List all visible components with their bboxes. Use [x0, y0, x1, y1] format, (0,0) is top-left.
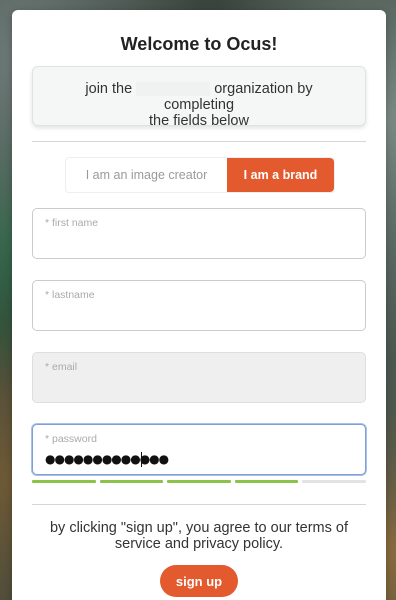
strength-segment [167, 480, 231, 483]
sign-up-button[interactable]: sign up [160, 565, 238, 597]
organization-info-box: join the organization by completing the … [32, 66, 366, 129]
redacted-organization-name [136, 82, 211, 97]
last-name-label: * lastname [45, 289, 95, 301]
role-toggle: I am an image creator I am a brand [65, 157, 335, 193]
strength-segment [32, 480, 96, 483]
strength-segment [302, 480, 366, 483]
last-name-field[interactable]: * lastname [32, 280, 366, 331]
terms-text: by clicking "sign up", you agree to our … [49, 520, 349, 552]
first-name-field[interactable]: * first name [32, 208, 366, 259]
brand-option[interactable]: I am a brand [227, 158, 334, 192]
image-creator-option[interactable]: I am an image creator [66, 158, 227, 192]
info-line2: the fields below [149, 113, 249, 129]
divider [32, 141, 366, 142]
strength-segment [99, 480, 164, 483]
email-input [45, 377, 345, 397]
info-prefix: join the [85, 81, 133, 97]
password-input[interactable] [45, 449, 345, 469]
password-strength-meter [32, 480, 366, 483]
email-field: * email [32, 352, 366, 403]
email-label: * email [45, 361, 78, 373]
password-field[interactable]: * password [32, 424, 366, 475]
signup-card: Welcome to Ocus! join the organization b… [12, 10, 386, 600]
text-caret [141, 452, 142, 467]
divider [32, 504, 366, 505]
strength-segment [234, 480, 299, 483]
last-name-input[interactable] [45, 305, 345, 325]
page-title: Welcome to Ocus! [120, 34, 278, 54]
first-name-input[interactable] [45, 233, 345, 253]
password-label: * password [45, 433, 97, 445]
first-name-label: * first name [45, 217, 99, 229]
